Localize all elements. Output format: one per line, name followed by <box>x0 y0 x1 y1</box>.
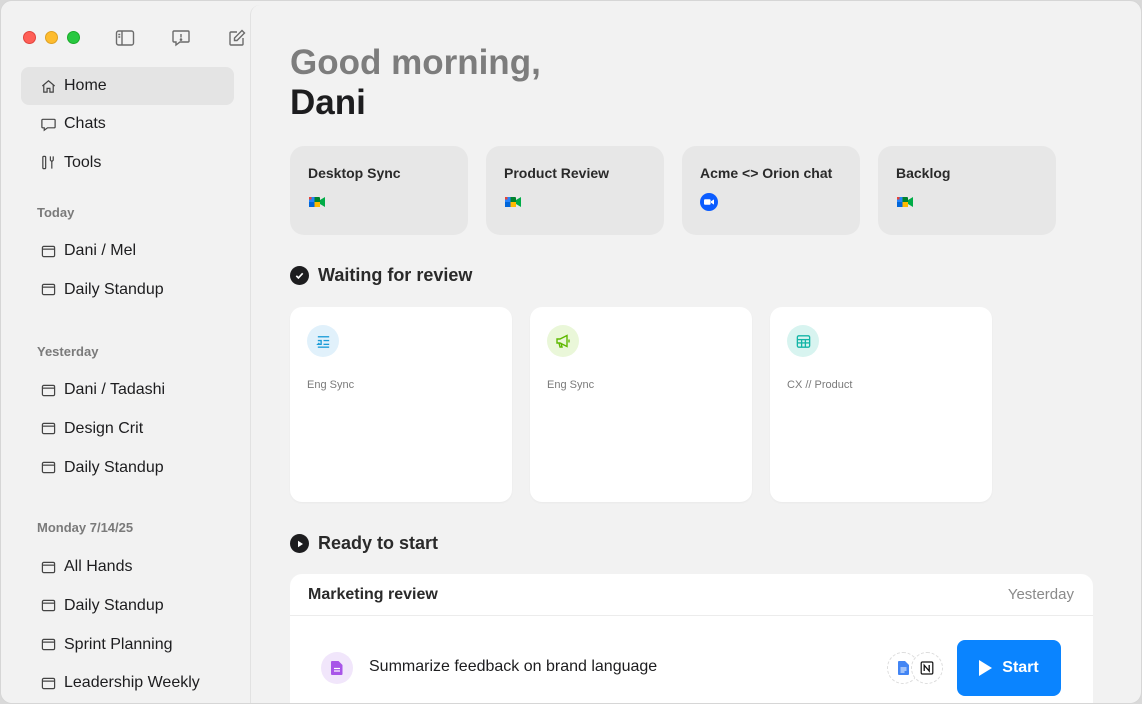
ready-section-header: Ready to start <box>290 533 438 554</box>
nav-item-label: Chats <box>64 115 106 133</box>
review-card[interactable]: CX // Product <box>770 307 992 502</box>
table-icon <box>787 325 819 357</box>
megaphone-icon <box>547 325 579 357</box>
compose-icon[interactable] <box>227 28 247 48</box>
review-cards: Eng Sync Eng Sync CX // Product <box>290 307 992 502</box>
review-card[interactable]: Eng Sync <box>530 307 752 502</box>
task-group-date: Yesterday <box>1007 586 1074 603</box>
meeting-item[interactable]: All Hands <box>21 548 234 586</box>
task-panel-header: Marketing review Yesterday <box>290 574 1093 616</box>
feedback-icon[interactable] <box>171 28 191 48</box>
task-row[interactable]: Summarize feedback on brand language Sta… <box>290 616 1093 703</box>
check-circle-icon <box>290 266 309 285</box>
meeting-item-label: Leadership Weekly <box>64 674 200 692</box>
main-content: Good morning, Dani Desktop Sync Product … <box>250 5 1139 703</box>
meeting-item-label: Daily Standup <box>64 280 164 298</box>
nav-item-chats[interactable]: Chats <box>21 105 234 143</box>
home-icon <box>39 77 57 95</box>
sidebar: Home Chats Tools Today Dani / Mel Daily … <box>1 1 250 703</box>
today-meetings: Dani / Mel Daily Standup <box>21 232 234 309</box>
meeting-item-label: Sprint Planning <box>64 635 173 653</box>
meeting-item-label: Design Crit <box>64 419 144 437</box>
nav-item-tools[interactable]: Tools <box>21 144 234 182</box>
meeting-item-label: Dani / Mel <box>64 242 137 260</box>
task-description: Summarize feedback on brand language <box>369 658 658 675</box>
meeting-card[interactable]: Product Review <box>486 146 664 235</box>
meeting-item[interactable]: Leadership Weekly <box>21 664 234 702</box>
greeting-line: Good morning, <box>290 43 541 82</box>
play-circle-icon <box>290 534 309 553</box>
list-icon <box>307 325 339 357</box>
user-name: Dani <box>290 83 366 122</box>
google-meet-icon <box>896 193 914 211</box>
nav-item-home[interactable]: Home <box>21 67 234 105</box>
meeting-card[interactable]: Acme <> Orion chat <box>682 146 860 235</box>
meeting-item-label: Daily Standup <box>64 596 164 614</box>
meeting-item-label: All Hands <box>64 558 133 576</box>
calendar-icon <box>39 674 57 692</box>
calendar-icon <box>39 281 57 299</box>
task-integrations <box>887 652 943 684</box>
nav-item-label: Tools <box>64 153 102 171</box>
sidebar-toggle-icon[interactable] <box>115 28 135 48</box>
yesterday-meetings: Dani / Tadashi Design Crit Daily Standup <box>21 371 234 487</box>
upcoming-meetings: Desktop Sync Product Review Acme <> Orio… <box>290 146 1056 235</box>
section-label-yesterday: Yesterday <box>37 344 99 359</box>
review-card[interactable]: Eng Sync <box>290 307 512 502</box>
section-title: Ready to start <box>318 533 439 553</box>
section-title: Waiting for review <box>318 265 473 285</box>
meeting-item-label: Daily Standup <box>64 458 164 476</box>
calendar-icon <box>39 558 57 576</box>
meeting-item[interactable]: Sprint Planning <box>21 625 234 663</box>
close-window-button[interactable] <box>23 31 36 44</box>
section-label-today: Today <box>37 205 75 220</box>
meeting-item[interactable]: Daily Standup <box>21 271 234 309</box>
meeting-item[interactable]: Daily Standup <box>21 448 234 486</box>
meeting-card[interactable]: Backlog <box>878 146 1056 235</box>
play-icon <box>979 660 993 676</box>
meeting-item[interactable]: Design Crit <box>21 410 234 448</box>
meeting-item-label: Dani / Tadashi <box>64 381 166 399</box>
calendar-icon <box>39 459 57 477</box>
meeting-item[interactable]: Daily Standup <box>21 587 234 625</box>
meeting-title: Acme <> Orion chat <box>700 165 833 181</box>
waiting-section-header: Waiting for review <box>290 265 472 286</box>
greeting: Good morning, Dani <box>290 43 541 123</box>
nav-item-label: Home <box>64 77 107 94</box>
section-label-monday: Monday 7/14/25 <box>37 520 134 535</box>
primary-nav: Home Chats Tools <box>21 67 234 182</box>
calendar-icon <box>39 242 57 260</box>
google-meet-icon <box>504 193 522 211</box>
zoom-window-button[interactable] <box>67 31 80 44</box>
calendar-icon <box>39 597 57 615</box>
minimize-window-button[interactable] <box>45 31 58 44</box>
start-button[interactable]: Start <box>957 640 1061 696</box>
calendar-icon <box>39 636 57 654</box>
meeting-title: Product Review <box>504 165 610 181</box>
zoom-icon <box>700 193 718 211</box>
review-card-label: Eng Sync <box>307 379 355 391</box>
review-card-label: Eng Sync <box>547 379 595 391</box>
start-button-label: Start <box>1002 659 1039 676</box>
task-panel: Marketing review Yesterday Summarize fee… <box>290 574 1093 703</box>
document-icon <box>321 652 353 684</box>
app-window: Home Chats Tools Today Dani / Mel Daily … <box>0 0 1142 704</box>
calendar-icon <box>39 420 57 438</box>
review-card-label: CX // Product <box>787 379 853 391</box>
meeting-item[interactable]: Dani / Tadashi <box>21 371 234 409</box>
meeting-item[interactable]: Dani / Mel <box>21 232 234 270</box>
monday-meetings: All Hands Daily Standup Sprint Planning … <box>21 548 234 703</box>
notion-icon <box>911 652 943 684</box>
meeting-title: Desktop Sync <box>308 165 401 181</box>
task-group-title: Marketing review <box>308 585 438 603</box>
chat-icon <box>39 115 57 133</box>
window-controls <box>23 31 80 44</box>
tools-icon <box>39 154 57 172</box>
meeting-card[interactable]: Desktop Sync <box>290 146 468 235</box>
google-meet-icon <box>308 193 326 211</box>
meeting-title: Backlog <box>896 165 951 181</box>
calendar-icon <box>39 381 57 399</box>
